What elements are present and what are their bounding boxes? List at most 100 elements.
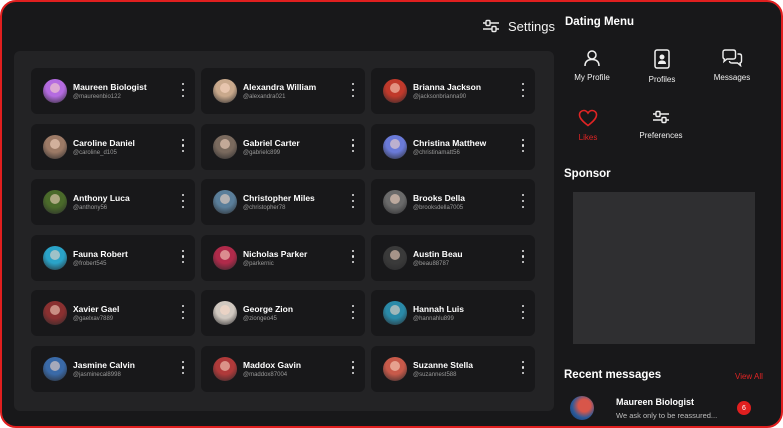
more-options-icon[interactable] (349, 305, 357, 319)
profile-handle: @maddox87004 (243, 371, 288, 378)
more-options-icon[interactable] (519, 360, 527, 375)
unread-count-badge: 6 (737, 401, 751, 415)
kebab-dot (351, 205, 355, 208)
profile-info: Brianna Jackson @jacksonbrianna90 (413, 82, 481, 100)
profile-handle: @anthony56 (73, 205, 108, 211)
profile-info: Alexandra William @alexandra021 (243, 82, 316, 100)
user-icon (584, 50, 600, 67)
kebab-dot (181, 144, 185, 147)
profile-grid: Maureen Biologist @maureenbio122 Alexandra… (31, 68, 535, 392)
app-frame: Settings Maureen Biologist @maureenbio122… (0, 0, 783, 428)
kebab-dot (351, 88, 355, 92)
kebab-dot (351, 150, 355, 153)
more-options-icon[interactable] (519, 138, 527, 153)
avatar (213, 79, 237, 103)
profile-name: Hannah Luis (413, 304, 465, 314)
profile-card[interactable]: Caroline Daniel @caroline_d105 (31, 123, 195, 170)
avatar (43, 356, 67, 381)
more-options-icon[interactable] (179, 138, 187, 153)
kebab-dot (521, 249, 525, 252)
profile-card[interactable]: Alexandra William @alexandra021 (201, 68, 365, 114)
more-options-icon[interactable] (179, 83, 187, 97)
profile-card[interactable]: Xavier Gael @gaelxav7889 (31, 290, 195, 336)
settings-button[interactable]: Settings (482, 15, 555, 37)
profile-info: Maureen Biologist @maureenbio122 (73, 82, 147, 100)
profile-card[interactable]: Maureen Biologist @maureenbio122 (31, 68, 195, 114)
profile-handle: @gabrielc899 (243, 149, 281, 156)
profile-handle: @brooksdella7005 (413, 205, 464, 211)
more-options-icon[interactable] (349, 138, 357, 153)
kebab-dot (521, 144, 525, 147)
profile-card[interactable]: Jasmine Calvin @jasminecal8998 (31, 345, 195, 392)
kebab-dot (351, 366, 355, 369)
profile-info: Caroline Daniel @caroline_d105 (73, 138, 135, 156)
kebab-dot (521, 360, 525, 363)
profile-card[interactable]: Fauna Robert @frobert545 (31, 234, 195, 281)
menu-item-my-profile[interactable]: My Profile (562, 49, 622, 82)
profile-card[interactable]: Christopher Miles @christopher78 (201, 179, 365, 225)
more-options-icon[interactable] (519, 83, 527, 97)
more-options-icon[interactable] (179, 305, 187, 319)
profile-handle: @christinamatt56 (413, 149, 460, 156)
profile-info: Suzanne Stella @suzannest588 (413, 360, 473, 378)
message-preview: We ask only to be reassured... (616, 411, 718, 420)
profile-handle: @beau88787 (413, 260, 450, 267)
kebab-dot (521, 366, 525, 369)
kebab-dot (181, 372, 185, 375)
profile-card[interactable]: Maddox Gavin @maddox87004 (201, 345, 365, 392)
kebab-dot (521, 83, 525, 86)
more-options-icon[interactable] (349, 360, 357, 375)
kebab-dot (181, 138, 185, 141)
menu-item-messages[interactable]: Messages (702, 49, 762, 82)
more-options-icon[interactable] (349, 83, 357, 97)
avatar (43, 301, 67, 325)
avatar (43, 245, 67, 270)
profile-card[interactable]: Christina Matthew @christinamatt56 (371, 123, 535, 170)
kebab-dot (351, 138, 355, 141)
more-options-icon[interactable] (349, 249, 357, 264)
view-all-link[interactable]: View All (735, 372, 763, 381)
profile-card[interactable]: Nicholas Parker @parkernic (201, 234, 365, 281)
profile-card[interactable]: Brooks Della @brooksdella7005 (371, 179, 535, 225)
kebab-dot (521, 138, 525, 141)
profile-card[interactable]: Anthony Luca @anthony56 (31, 179, 195, 225)
more-options-icon[interactable] (519, 305, 527, 319)
more-options-icon[interactable] (349, 194, 357, 208)
kebab-dot (351, 144, 355, 147)
kebab-dot (181, 199, 185, 203)
more-options-icon[interactable] (179, 360, 187, 375)
menu-item-preferences[interactable]: Preferences (631, 109, 691, 140)
profile-card[interactable]: Austin Beau @beau88787 (371, 234, 535, 281)
message-sender-name: Maureen Biologist (616, 397, 695, 407)
kebab-dot (521, 94, 525, 97)
menu-item-likes[interactable]: Likes (558, 109, 618, 142)
menu-item-profiles[interactable]: Profiles (632, 49, 692, 84)
profile-info: Austin Beau @beau88787 (413, 249, 463, 267)
avatar (43, 134, 67, 159)
profile-card[interactable]: Gabriel Carter @gabrielc899 (201, 123, 365, 170)
profile-card[interactable]: Hannah Luis @hannahlu899 (371, 290, 535, 336)
sliders-icon (653, 110, 669, 124)
more-options-icon[interactable] (519, 194, 527, 208)
profile-card[interactable]: Brianna Jackson @jacksonbrianna90 (371, 68, 535, 114)
recent-message-item[interactable]: Maureen Biologist We ask only to be reas… (570, 394, 760, 422)
kebab-dot (181, 88, 185, 92)
profile-handle: @suzannest588 (413, 371, 457, 378)
kebab-dot (181, 310, 185, 314)
more-options-icon[interactable] (179, 194, 187, 208)
kebab-dot (521, 205, 525, 208)
heart-icon (578, 109, 598, 127)
profile-info: Maddox Gavin @maddox87004 (243, 360, 301, 378)
more-options-icon[interactable] (179, 249, 187, 264)
profile-card[interactable]: George Zion @ziongeo45 (201, 290, 365, 336)
menu-label-preferences: Preferences (639, 131, 683, 140)
profile-card[interactable]: Suzanne Stella @suzannest588 (371, 345, 535, 392)
sliders-icon (483, 19, 499, 33)
sponsor-ad-placeholder[interactable] (573, 192, 755, 344)
profile-name: Maddox Gavin (243, 359, 302, 370)
kebab-dot (351, 199, 355, 203)
kebab-dot (351, 261, 355, 264)
more-options-icon[interactable] (519, 249, 527, 264)
avatar (43, 190, 67, 214)
profile-info: Christina Matthew @christinamatt56 (413, 138, 486, 156)
